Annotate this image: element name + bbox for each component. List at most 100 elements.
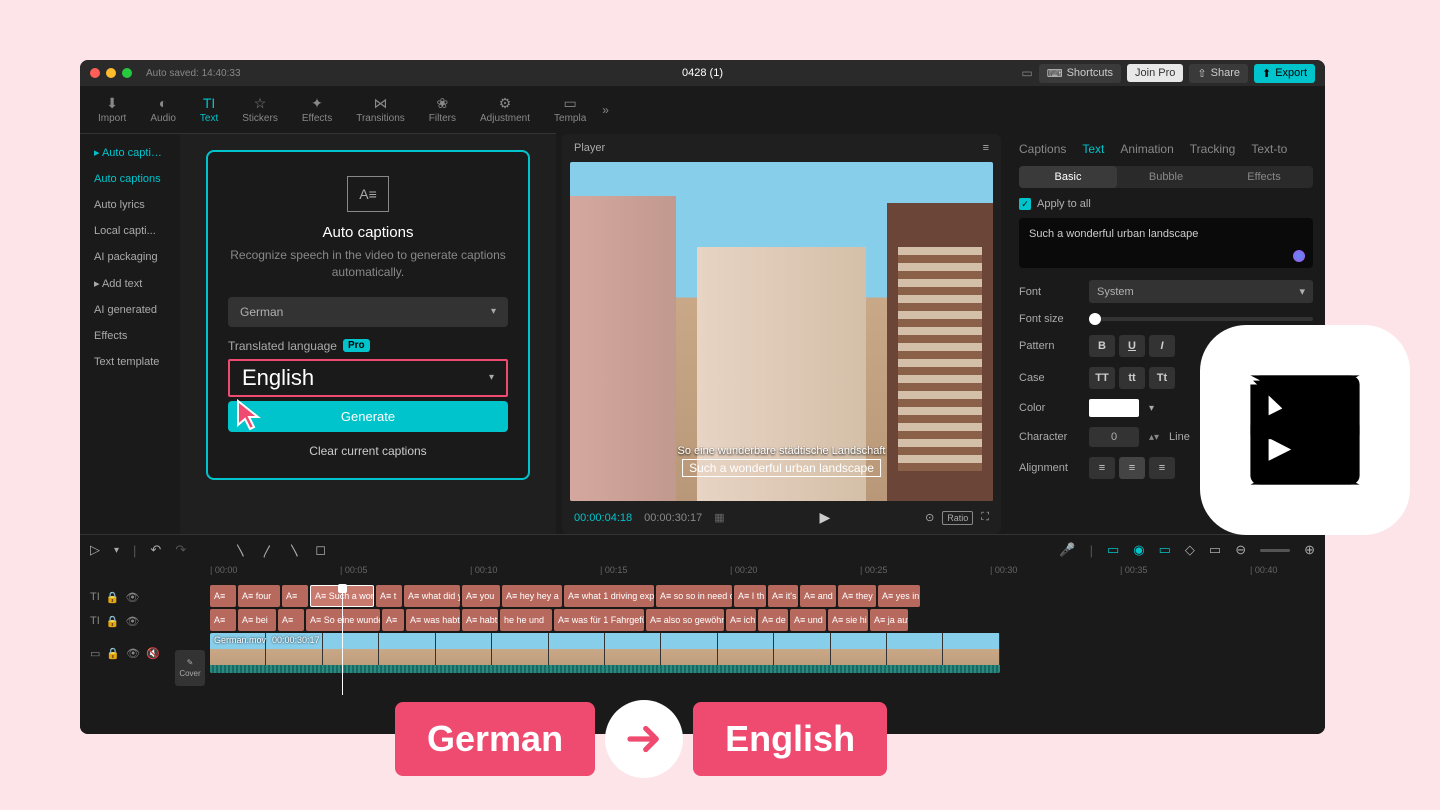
prop-tab-tracking[interactable]: Tracking — [1190, 142, 1236, 156]
cover-button[interactable]: ✎Cover — [175, 650, 205, 686]
sidebar-header[interactable]: ▸ Auto captions — [86, 140, 174, 165]
caption-clip[interactable]: A≡ sie hi — [828, 609, 868, 631]
tab-filters[interactable]: ❀Filters — [421, 91, 464, 128]
caption-clip[interactable]: A≡ yes in — [878, 585, 920, 607]
sidebar-item-7[interactable]: Text template — [86, 350, 174, 374]
source-language-select[interactable]: German▾ — [228, 297, 508, 327]
caption-clip[interactable]: he he und — [500, 609, 552, 631]
lock-icon[interactable]: 🔒 — [106, 591, 120, 604]
scale-icon[interactable]: ⊙ — [925, 511, 934, 524]
caption-clip[interactable]: A≡ what did y — [404, 585, 460, 607]
sidebar-item-6[interactable]: Effects — [86, 324, 174, 348]
sidebar-item-1[interactable]: Auto lyrics — [86, 193, 174, 217]
fullscreen-icon[interactable]: ⛶ — [981, 511, 989, 524]
caption-clip[interactable]: A≡ and — [800, 585, 836, 607]
eye-icon[interactable]: 👁 — [125, 591, 139, 604]
caption-clip[interactable]: A≡ four — [238, 585, 280, 607]
minimize-icon[interactable] — [106, 68, 116, 78]
track-tool[interactable]: ▭ — [1209, 542, 1221, 558]
tab-effects[interactable]: ✦Effects — [294, 91, 340, 128]
lowercase-button[interactable]: tt — [1119, 367, 1145, 389]
uppercase-button[interactable]: TT — [1089, 367, 1115, 389]
zoom-slider[interactable] — [1260, 549, 1290, 552]
caption-clip[interactable]: A≡ was für 1 Fahrgefü — [554, 609, 644, 631]
video-track[interactable]: German.mov00:00:30:17 — [210, 633, 1000, 673]
split-tool[interactable]: 〵 — [234, 541, 247, 560]
bold-button[interactable]: B — [1089, 335, 1115, 357]
underline-button[interactable]: U — [1119, 335, 1145, 357]
font-select[interactable]: System▾ — [1089, 280, 1313, 303]
caption-clip[interactable]: A≡ — [278, 609, 304, 631]
crop-tool[interactable]: ◻ — [315, 542, 326, 558]
list-icon[interactable]: ▦ — [714, 511, 724, 524]
pointer-tool[interactable]: ▷ — [90, 542, 100, 558]
join-pro-button[interactable]: Join Pro — [1127, 64, 1183, 82]
undo-button[interactable]: ↶ — [150, 542, 161, 558]
sidebar-item-5[interactable]: AI generated — [86, 298, 174, 322]
sidebar-item-2[interactable]: Local capti... — [86, 219, 174, 243]
snap-tool[interactable]: ▭ — [1159, 542, 1171, 558]
playhead[interactable] — [342, 585, 343, 695]
maximize-icon[interactable] — [122, 68, 132, 78]
character-spacing-input[interactable]: 0 — [1089, 427, 1139, 447]
caption-clip[interactable]: A≡ was habt — [406, 609, 460, 631]
trim-right-tool[interactable]: 〵 — [288, 541, 301, 560]
caption-clip[interactable]: A≡ — [210, 585, 236, 607]
tracks[interactable]: TI🔒👁 TI🔒👁 ▭🔒👁🔇 ✎Cover A≡A≡ fourA≡A≡ Such… — [80, 585, 1325, 695]
mute-icon[interactable]: 🔇 — [146, 647, 160, 660]
subtab-bubble[interactable]: Bubble — [1117, 166, 1215, 188]
shortcuts-button[interactable]: ⌨Shortcuts — [1039, 64, 1121, 83]
caption-clip[interactable]: A≡ they — [838, 585, 876, 607]
tab-templa[interactable]: ▭Templa — [546, 91, 594, 128]
prop-tab-text-to[interactable]: Text-to — [1251, 142, 1287, 156]
caption-clip[interactable]: A≡ ja auf — [870, 609, 908, 631]
timeline-ruler[interactable]: | 00:00| 00:05| 00:10| 00:15| 00:20| 00:… — [80, 565, 1325, 585]
caption-clip[interactable]: A≡ und — [790, 609, 826, 631]
italic-button[interactable]: I — [1149, 335, 1175, 357]
apply-all-checkbox[interactable]: ✓ — [1019, 198, 1031, 210]
caption-clip[interactable]: A≡ So eine wunderb — [306, 609, 380, 631]
caption-text-input[interactable]: Such a wonderful urban landscape — [1019, 218, 1313, 268]
caption-clip[interactable]: A≡ what 1 driving expe — [564, 585, 654, 607]
video-preview[interactable]: So eine wunderbare städtische Landschaft… — [570, 162, 993, 501]
more-tabs-icon[interactable]: » — [602, 103, 609, 117]
preview-tool[interactable]: ◇ — [1185, 542, 1195, 558]
lock-icon[interactable]: 🔒 — [106, 647, 120, 660]
close-icon[interactable] — [90, 68, 100, 78]
zoom-in-icon[interactable]: ⊕ — [1304, 542, 1315, 558]
redo-button[interactable]: ↷ — [175, 542, 186, 558]
titlecase-button[interactable]: Tt — [1149, 367, 1175, 389]
tab-text[interactable]: TIText — [192, 91, 226, 128]
prop-tab-text[interactable]: Text — [1082, 142, 1104, 156]
eye-icon[interactable]: 👁 — [125, 615, 139, 628]
caption-clip[interactable]: A≡ habt — [462, 609, 498, 631]
prop-tab-animation[interactable]: Animation — [1120, 142, 1173, 156]
align-center-button[interactable]: ≡ — [1119, 457, 1145, 479]
caption-clip[interactable]: A≡ t — [376, 585, 402, 607]
prop-tab-captions[interactable]: Captions — [1019, 142, 1066, 156]
caption-clip[interactable]: A≡ so so in need o — [656, 585, 732, 607]
clear-captions-button[interactable]: Clear current captions — [228, 440, 508, 462]
tab-audio[interactable]: ◐Audio — [142, 91, 184, 128]
tab-stickers[interactable]: ☆Stickers — [234, 91, 286, 128]
subtab-effects[interactable]: Effects — [1215, 166, 1313, 188]
zoom-out-icon[interactable]: ⊖ — [1235, 542, 1246, 558]
target-language-select[interactable]: English▾ — [228, 359, 508, 397]
caption-clip[interactable]: A≡ it's — [768, 585, 798, 607]
player-menu-icon[interactable]: ≡ — [983, 142, 989, 154]
sidebar-item-0[interactable]: Auto captions — [86, 167, 174, 191]
share-button[interactable]: ⇧Share — [1189, 64, 1248, 83]
sidebar-item-3[interactable]: AI packaging — [86, 245, 174, 269]
caption-clip[interactable]: A≡ also so gewöhn — [646, 609, 724, 631]
export-button[interactable]: ⬆Export — [1254, 64, 1315, 83]
caption-clip[interactable]: A≡ de — [758, 609, 788, 631]
link-tool[interactable]: ◉ — [1133, 542, 1144, 558]
align-right-button[interactable]: ≡ — [1149, 457, 1175, 479]
ai-icon[interactable] — [1293, 250, 1305, 262]
tab-transitions[interactable]: ⋈Transitions — [348, 91, 413, 128]
caption-clip[interactable]: A≡ hey hey a — [502, 585, 562, 607]
caption-clip[interactable]: A≡ ich — [726, 609, 756, 631]
caption-clip[interactable]: A≡ — [282, 585, 308, 607]
caption-clip[interactable]: A≡ bei — [238, 609, 276, 631]
align-left-button[interactable]: ≡ — [1089, 457, 1115, 479]
